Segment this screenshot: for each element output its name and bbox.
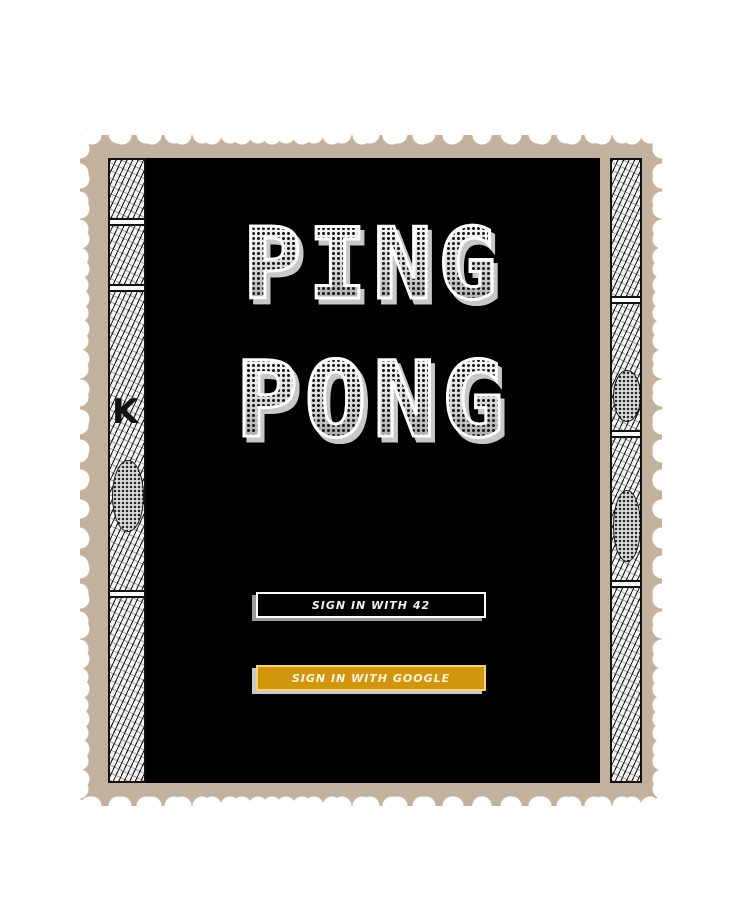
comic-panel-divider — [110, 284, 144, 292]
login-page: K Ping Pong SIGN IN WITH 42 SIGN IN WITH… — [0, 0, 736, 919]
comic-panel-divider — [110, 590, 144, 598]
sign-in-42-button[interactable]: SIGN IN WITH 42 — [256, 592, 486, 618]
comic-panel-divider — [612, 580, 640, 588]
stamp-perforation-top — [80, 124, 662, 146]
login-panel: Ping Pong SIGN IN WITH 42 SIGN IN WITH G… — [146, 158, 600, 783]
comic-art-left: K — [108, 158, 146, 783]
title-pong: Pong — [146, 347, 600, 454]
comic-panel-divider — [612, 430, 640, 438]
comic-art-right — [610, 158, 642, 783]
sign-in-google-button[interactable]: SIGN IN WITH GOOGLE — [256, 665, 486, 691]
comic-sound-effect-glyph: K — [112, 392, 139, 432]
comic-panel-divider — [612, 296, 640, 304]
comic-halftone-figure — [613, 370, 641, 422]
stamp-perforation-right — [651, 135, 673, 806]
title-ping: Ping — [146, 215, 600, 316]
stamp-perforation-left — [69, 135, 91, 806]
comic-halftone-figure — [613, 490, 641, 562]
comic-panel-divider — [110, 218, 144, 226]
comic-halftone-figure — [112, 460, 144, 532]
stamp-perforation-bottom — [80, 795, 662, 817]
